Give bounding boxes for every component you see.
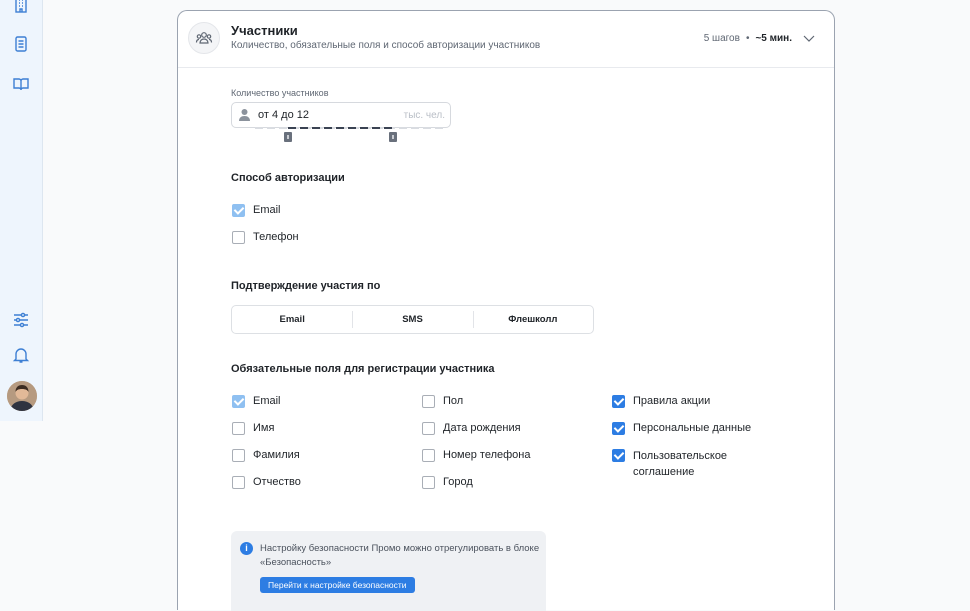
person-icon xyxy=(238,108,251,122)
checkbox[interactable] xyxy=(422,395,435,408)
meta-separator: • xyxy=(745,32,750,44)
checkbox[interactable] xyxy=(612,422,625,435)
confirm-option-email[interactable]: Email xyxy=(232,306,352,333)
confirm-option-sms[interactable]: SMS xyxy=(352,306,472,333)
required-last-name[interactable]: Фамилия xyxy=(232,449,300,462)
checkbox[interactable] xyxy=(232,395,245,408)
avatar[interactable] xyxy=(7,381,37,411)
checkbox-label: Телефон xyxy=(253,231,299,243)
checkbox[interactable] xyxy=(232,422,245,435)
participants-icon xyxy=(188,22,220,54)
participants-card: Участники Количество, обязательные поля … xyxy=(177,10,835,611)
chevron-down-icon[interactable] xyxy=(802,31,816,45)
checkbox[interactable] xyxy=(422,476,435,489)
security-info-box: i Настройку безопасности Промо можно отр… xyxy=(231,531,546,611)
checkbox-label: Email xyxy=(253,204,281,216)
confirm-option-flashcall[interactable]: Флешколл xyxy=(472,306,593,333)
auth-option-email[interactable]: Email xyxy=(232,204,281,217)
required-user-agreement[interactable]: Пользовательское соглашение xyxy=(612,449,742,480)
checkbox-label: Пользовательское соглашение xyxy=(633,450,728,478)
range-handle-min[interactable] xyxy=(284,132,292,142)
sliders-icon[interactable] xyxy=(12,311,30,329)
required-fields-title: Обязательные поля для регистрации участн… xyxy=(231,363,495,375)
range-handle-max[interactable] xyxy=(389,132,397,142)
checkbox-label: Номер телефона xyxy=(443,449,531,461)
checkbox[interactable] xyxy=(422,422,435,435)
building-icon[interactable] xyxy=(12,0,30,14)
section-title: Участники xyxy=(231,23,298,38)
checkbox-label: Персональные данные xyxy=(633,422,752,434)
checkbox[interactable] xyxy=(232,204,245,217)
section-meta: 5 шагов • ~5 мин. xyxy=(704,31,816,45)
checkbox-label: Фамилия xyxy=(253,449,300,461)
required-email[interactable]: Email xyxy=(232,395,281,408)
checkbox[interactable] xyxy=(422,449,435,462)
checkbox-label: Email xyxy=(253,395,281,407)
checkbox-label: Дата рождения xyxy=(443,422,521,434)
steps-count: 5 шагов xyxy=(703,32,740,44)
count-unit: тыс. чел. xyxy=(403,110,445,121)
checkbox-label: Имя xyxy=(253,422,275,434)
confirm-segmented-control: Email SMS Флешколл xyxy=(231,305,594,334)
section-subtitle: Количество, обязательные поля и способ а… xyxy=(231,40,541,51)
required-city[interactable]: Город xyxy=(422,476,473,489)
checkbox[interactable] xyxy=(232,449,245,462)
checkbox-label: Пол xyxy=(443,395,464,407)
checkbox-label: Город xyxy=(443,476,473,488)
count-value: от 4 до 12 xyxy=(258,109,309,121)
confirm-title: Подтверждение участия по xyxy=(231,280,381,292)
count-range-field[interactable]: от 4 до 12 тыс. чел. xyxy=(231,102,451,128)
required-personal-data[interactable]: Персональные данные xyxy=(612,422,751,435)
required-phone[interactable]: Номер телефона xyxy=(422,449,530,462)
checkbox[interactable] xyxy=(612,395,625,408)
required-promo-rules[interactable]: Правила акции xyxy=(612,395,710,408)
range-slider-selection xyxy=(288,127,394,129)
checkbox[interactable] xyxy=(612,449,625,462)
count-label: Количество участников xyxy=(231,88,329,98)
card-header[interactable]: Участники Количество, обязательные поля … xyxy=(178,11,834,68)
auth-title: Способ авторизации xyxy=(231,172,345,184)
checkbox-label: Правила акции xyxy=(633,395,711,407)
required-patronymic[interactable]: Отчество xyxy=(232,476,301,489)
sidebar xyxy=(0,0,43,421)
required-birth-date[interactable]: Дата рождения xyxy=(422,422,521,435)
checkbox[interactable] xyxy=(232,476,245,489)
bell-icon[interactable] xyxy=(12,346,30,364)
book-icon[interactable] xyxy=(12,75,30,93)
notebook-icon[interactable] xyxy=(12,35,30,53)
required-first-name[interactable]: Имя xyxy=(232,422,274,435)
checkbox-label: Отчество xyxy=(253,476,301,488)
info-text: Настройку безопасности Промо можно отрег… xyxy=(260,543,540,568)
info-icon: i xyxy=(240,542,253,555)
estimated-time: ~5 мин. xyxy=(755,32,792,44)
checkbox[interactable] xyxy=(232,231,245,244)
auth-option-phone[interactable]: Телефон xyxy=(232,231,299,244)
required-gender[interactable]: Пол xyxy=(422,395,463,408)
go-to-security-button[interactable]: Перейти к настройке безопасности xyxy=(260,577,415,593)
